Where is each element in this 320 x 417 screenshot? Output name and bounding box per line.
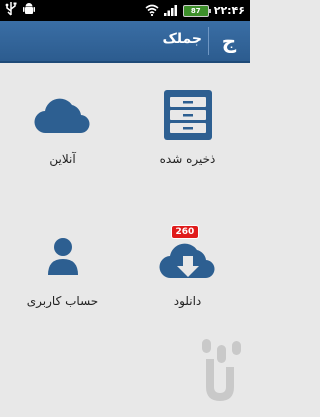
tile-download-label: دانلود bbox=[173, 294, 202, 308]
android-debug-icon bbox=[23, 1, 35, 20]
download-count-badge: 260 bbox=[170, 225, 200, 239]
signal-icon bbox=[163, 1, 178, 20]
user-icon bbox=[28, 222, 98, 292]
status-right: 87 ۲۲:۴۶ bbox=[145, 3, 245, 18]
cloud-download-icon: 260 bbox=[153, 222, 223, 292]
app-bar: جملک ج bbox=[0, 21, 250, 63]
tile-account[interactable]: حساب کاربری bbox=[0, 222, 125, 362]
cabinet-icon bbox=[153, 80, 223, 150]
tile-saved[interactable]: ذخیره شده bbox=[125, 80, 250, 220]
status-left bbox=[5, 1, 35, 20]
tile-saved-label: ذخیره شده bbox=[159, 152, 216, 166]
battery-icon: 87 bbox=[182, 4, 211, 17]
app-title: جملک bbox=[162, 31, 202, 47]
app-bar-divider bbox=[208, 27, 209, 55]
wifi-icon bbox=[145, 1, 159, 20]
app-logo-icon[interactable]: ج bbox=[214, 26, 244, 56]
usb-icon bbox=[5, 1, 17, 20]
tile-account-label: حساب کاربری bbox=[26, 294, 99, 308]
tile-online-label: آنلاین bbox=[49, 152, 76, 166]
watermark-logo bbox=[196, 337, 244, 407]
tile-online[interactable]: آنلاین bbox=[0, 80, 125, 220]
status-bar: 87 ۲۲:۴۶ bbox=[0, 0, 250, 21]
cloud-icon bbox=[28, 80, 98, 150]
status-time: ۲۲:۴۶ bbox=[213, 4, 245, 17]
